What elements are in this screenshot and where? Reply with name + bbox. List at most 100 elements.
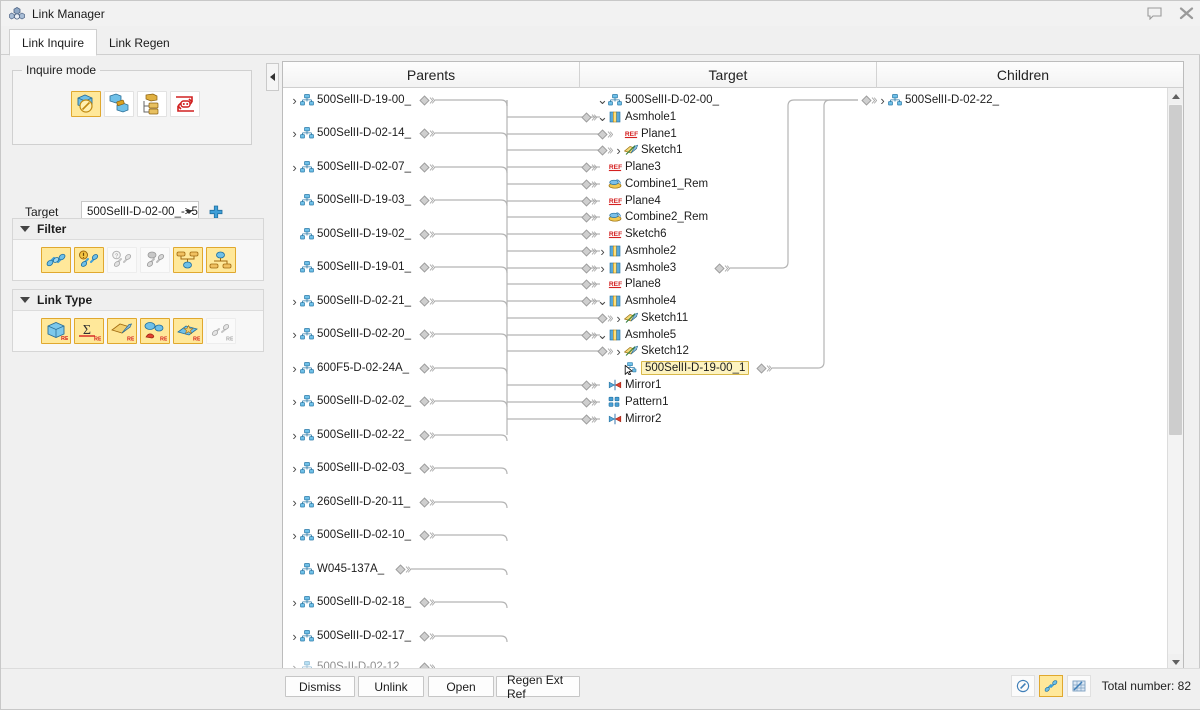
link-knob-icon[interactable] xyxy=(419,195,435,206)
collapse-left-panel-handle[interactable] xyxy=(266,63,279,91)
chevron-right-icon[interactable]: › xyxy=(289,629,300,644)
link-knob-icon[interactable] xyxy=(581,161,597,173)
target-node-row[interactable]: ⌄ Asmhole5 xyxy=(581,327,676,343)
linktype-sketch-ref-icon[interactable]: REF xyxy=(106,318,137,344)
column-header-parents[interactable]: Parents xyxy=(283,62,580,88)
linktype-surface-ref-icon[interactable]: REF xyxy=(139,318,170,344)
scroll-up-icon[interactable] xyxy=(1168,88,1183,104)
parent-node-row[interactable]: › 500SelII-D-02-07_ xyxy=(289,159,411,175)
link-knob-icon[interactable] xyxy=(581,111,597,123)
tab-link-inquire[interactable]: Link Inquire xyxy=(9,29,98,56)
link-knob-icon[interactable] xyxy=(581,413,597,425)
link-knob-icon[interactable] xyxy=(419,463,435,474)
column-header-children[interactable]: Children xyxy=(877,62,1169,88)
view-diagram-icon[interactable] xyxy=(1010,675,1035,697)
link-knob-icon[interactable] xyxy=(581,178,597,190)
chevron-right-icon[interactable]: › xyxy=(289,93,300,108)
chevron-right-icon[interactable]: › xyxy=(289,428,300,443)
link-type-section-header[interactable]: Link Type xyxy=(13,290,263,311)
chevron-down-icon[interactable]: ⌄ xyxy=(597,109,608,125)
child-node-row[interactable]: › 500SelII-D-02-22_ xyxy=(861,92,999,108)
chevron-right-icon[interactable]: › xyxy=(877,93,888,108)
parent-node-row[interactable]: › 600F5-D-02-24A_ xyxy=(289,360,409,376)
link-knob-icon[interactable] xyxy=(714,263,730,274)
target-node-row[interactable]: ⌄ Asmhole4 xyxy=(581,293,676,309)
link-knob-icon[interactable] xyxy=(597,345,613,357)
filter-link-hidden-icon[interactable]: ? xyxy=(106,247,137,273)
link-knob-icon[interactable] xyxy=(581,245,597,257)
chevron-right-icon[interactable]: › xyxy=(289,461,300,476)
filter-link-broken-icon[interactable] xyxy=(139,247,170,273)
target-node-row[interactable]: Pattern1 xyxy=(581,394,668,410)
target-node-row[interactable]: REF Sketch6 xyxy=(581,226,667,242)
parent-node-row[interactable]: › 500SelII-D-02-20_ xyxy=(289,326,411,342)
target-node-row[interactable]: Mirror2 xyxy=(581,411,661,427)
chevron-right-icon[interactable]: › xyxy=(289,528,300,543)
regen-ext-ref-button[interactable]: Regen Ext Ref xyxy=(496,673,580,701)
parent-node-row[interactable]: › 500SelII-D-02-10_ xyxy=(289,527,411,543)
link-knob-icon[interactable] xyxy=(419,396,435,407)
inquire-part-icon[interactable] xyxy=(71,91,101,117)
parent-node-row[interactable]: › 500SelII-D-02-03_ xyxy=(289,460,411,476)
link-knob-icon[interactable] xyxy=(597,144,613,156)
chevron-right-icon[interactable]: › xyxy=(597,244,608,259)
parent-node-row[interactable]: › 500SelII-D-02-21_ xyxy=(289,293,411,309)
chevron-right-icon[interactable]: › xyxy=(613,311,624,326)
link-knob-icon[interactable] xyxy=(419,229,435,240)
filter-parents-icon[interactable] xyxy=(172,247,203,273)
chevron-right-icon[interactable]: › xyxy=(613,344,624,359)
chevron-right-icon[interactable]: › xyxy=(289,595,300,610)
chevron-right-icon[interactable]: › xyxy=(289,160,300,175)
scrollbar-thumb[interactable] xyxy=(1169,105,1182,435)
filter-link-icon[interactable] xyxy=(40,247,71,273)
link-knob-icon[interactable] xyxy=(419,262,435,273)
close-icon[interactable] xyxy=(1177,5,1195,23)
link-knob-icon[interactable] xyxy=(581,195,597,207)
parent-node-row[interactable]: 500SelII-D-19-03_ xyxy=(289,192,411,208)
filter-section-header[interactable]: Filter xyxy=(13,219,263,240)
link-knob-icon[interactable] xyxy=(419,430,435,441)
filter-children-icon[interactable] xyxy=(205,247,236,273)
link-knob-icon[interactable] xyxy=(581,295,597,307)
link-knob-icon[interactable] xyxy=(756,363,772,374)
target-node-row[interactable]: › Asmhole3 xyxy=(581,260,676,276)
link-knob-icon[interactable] xyxy=(581,329,597,341)
parent-node-row[interactable]: › 260SelII-D-20-11_ xyxy=(289,494,410,510)
inquire-circular-icon[interactable] xyxy=(170,91,200,117)
link-knob-icon[interactable] xyxy=(419,497,435,508)
link-knob-icon[interactable] xyxy=(419,631,435,642)
link-knob-icon[interactable] xyxy=(581,278,597,290)
view-link-icon[interactable] xyxy=(1038,675,1063,697)
parent-node-row[interactable]: › 500SelII-D-02-02_ xyxy=(289,393,411,409)
parent-node-row[interactable]: › 500SelII-D-02-18_ xyxy=(289,594,411,610)
parent-node-row[interactable]: W045-137A_ xyxy=(289,561,384,577)
target-node-row[interactable]: › Asmhole2 xyxy=(581,243,676,259)
chevron-right-icon[interactable]: › xyxy=(289,126,300,141)
column-header-target[interactable]: Target xyxy=(580,62,877,88)
target-node-row[interactable]: › Sketch1 xyxy=(597,142,683,158)
parent-node-row[interactable]: 500SelII-D-19-02_ xyxy=(289,226,411,242)
target-node-row[interactable]: Combine2_Rem xyxy=(581,209,708,225)
link-knob-icon[interactable] xyxy=(419,363,435,374)
link-knob-icon[interactable] xyxy=(581,379,597,391)
chevron-right-icon[interactable]: › xyxy=(597,261,608,276)
chevron-down-icon[interactable]: ⌄ xyxy=(597,92,608,108)
tree-vertical-scrollbar[interactable] xyxy=(1167,88,1183,668)
target-node-row[interactable]: REF Plane1 xyxy=(597,126,677,142)
link-knob-icon[interactable] xyxy=(419,329,435,340)
tab-link-regen[interactable]: Link Regen xyxy=(97,30,182,55)
chevron-right-icon[interactable]: › xyxy=(613,143,624,158)
filter-link-warning-icon[interactable] xyxy=(73,247,104,273)
target-node-row[interactable]: Mirror1 xyxy=(581,377,661,393)
target-node-row[interactable]: › Sketch12 xyxy=(597,343,689,359)
target-node-row[interactable]: ⌄ 500SelII-D-02-00_ xyxy=(581,92,719,108)
link-knob-icon[interactable] xyxy=(419,530,435,541)
chevron-right-icon[interactable]: › xyxy=(289,495,300,510)
chevron-right-icon[interactable]: › xyxy=(289,361,300,376)
target-node-row[interactable]: › Sketch11 xyxy=(597,310,688,326)
view-table-icon[interactable] xyxy=(1066,675,1091,697)
link-knob-icon[interactable] xyxy=(419,162,435,173)
link-knob-icon[interactable] xyxy=(581,228,597,240)
link-knob-icon[interactable] xyxy=(395,564,411,575)
target-node-row[interactable]: REF Plane8 xyxy=(581,276,661,292)
